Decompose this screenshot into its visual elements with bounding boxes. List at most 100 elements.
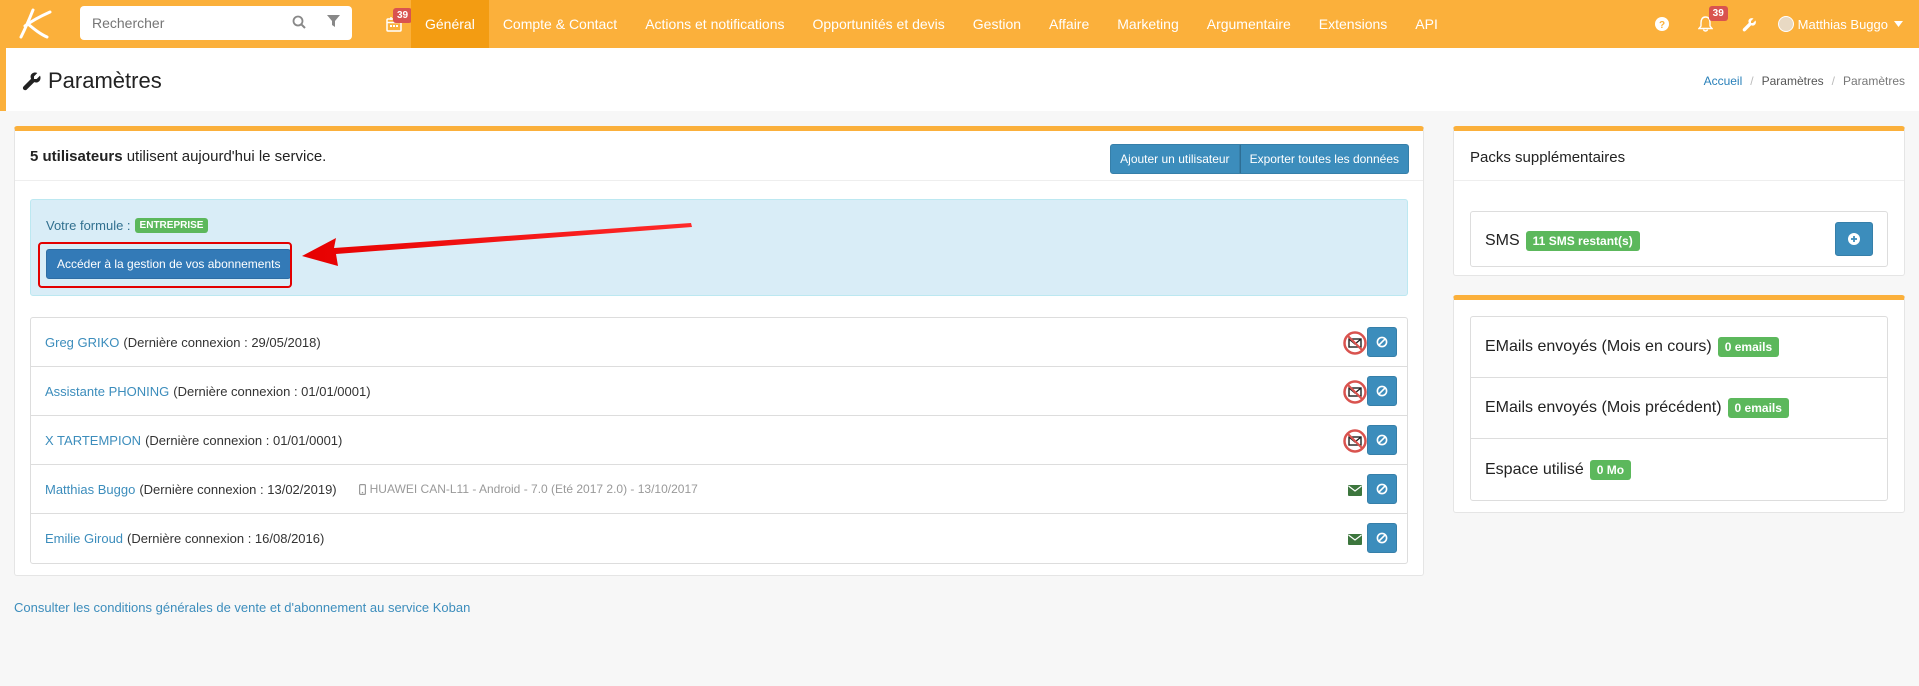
page-header: Paramètres Accueil / Paramètres / Paramè… [0, 48, 1919, 111]
user-name-link[interactable]: Emilie Giroud [45, 531, 123, 546]
calendar-badge: 39 [393, 8, 413, 23]
user-last-login: (Dernière connexion : 13/02/2019) [139, 481, 337, 497]
help-button[interactable]: ? [1640, 0, 1684, 48]
usage-badge: 0 emails [1727, 398, 1789, 418]
ban-icon [1376, 483, 1388, 495]
disable-user-button[interactable] [1367, 425, 1397, 455]
list-item: Espace utilisé 0 Mo [1471, 439, 1887, 500]
usage-panel: EMails envoyés (Mois en cours) 0 emails … [1453, 295, 1905, 513]
packs-panel: Packs supplémentaires SMS 11 SMS restant… [1453, 126, 1905, 276]
disable-user-button[interactable] [1367, 474, 1397, 504]
usage-label: EMails envoyés (Mois en cours) [1485, 338, 1712, 355]
usage-label: EMails envoyés (Mois précédent) [1485, 399, 1722, 416]
top-navbar: 39 Général Compte & Contact Actions et n… [0, 0, 1919, 48]
add-sms-button[interactable] [1835, 222, 1873, 256]
page-title: Paramètres [22, 68, 162, 94]
notifications-button[interactable]: 39 [1684, 0, 1728, 48]
page-title-text: Paramètres [48, 68, 162, 93]
users-panel: 5 utilisateurs utilisent aujourd'hui le … [14, 126, 1424, 576]
users-list: Greg GRIKO (Dernière connexion : 29/05/2… [30, 317, 1408, 564]
menu-item-gestion[interactable]: Gestion [959, 0, 1035, 48]
ban-icon [1376, 532, 1388, 544]
main-menu: Général Compte & Contact Actions et noti… [411, 0, 1452, 48]
avatar [1777, 16, 1794, 32]
table-row: Matthias Buggo (Dernière connexion : 13/… [31, 465, 1407, 514]
breadcrumb-separator: / [1831, 74, 1835, 88]
formula-badge: ENTREPRISE [134, 218, 209, 233]
svg-text:?: ? [1659, 20, 1665, 31]
arrow-annotation [302, 223, 692, 266]
formula-label-text: Votre formule : [46, 218, 131, 233]
sms-row: SMS 11 SMS restant(s) [1485, 231, 1640, 251]
user-menu[interactable]: Matthias Buggo [1772, 0, 1919, 48]
user-device: HUAWEI CAN-L11 - Android - 7.0 (Eté 2017… [358, 482, 698, 496]
question-circle-icon: ? [1654, 17, 1669, 31]
users-summary: 5 utilisateurs utilisent aujourd'hui le … [30, 148, 326, 165]
terms-link[interactable]: Consulter les conditions générales de ve… [14, 600, 470, 615]
breadcrumb-current: Paramètres [1842, 74, 1905, 88]
table-row: X TARTEMPION (Dernière connexion : 01/01… [31, 416, 1407, 465]
ban-icon [1376, 434, 1388, 446]
breadcrumb: Accueil / Paramètres / Paramètres [1704, 74, 1905, 88]
user-name-link[interactable]: Matthias Buggo [45, 482, 135, 497]
usage-list: EMails envoyés (Mois en cours) 0 emails … [1470, 316, 1888, 501]
formula-label: Votre formule : ENTREPRISE [46, 218, 209, 233]
menu-item-affaire[interactable]: Affaire [1035, 0, 1103, 48]
search-input[interactable] [92, 15, 282, 31]
usage-badge: 0 emails [1717, 337, 1780, 357]
packs-header: Packs supplémentaires [1454, 131, 1904, 181]
usage-badge: 0 Mo [1589, 459, 1632, 480]
sms-pack: SMS 11 SMS restant(s) [1470, 211, 1888, 267]
list-item: EMails envoyés (Mois précédent) 0 emails [1471, 378, 1887, 439]
search-box [80, 6, 352, 40]
menu-item-extensions[interactable]: Extensions [1305, 0, 1401, 48]
filter-icon[interactable] [327, 15, 340, 31]
calendar-button[interactable]: 39 [378, 0, 413, 48]
menu-item-actions-notifications[interactable]: Actions et notifications [631, 0, 798, 48]
ban-icon [1376, 385, 1388, 397]
table-row: Greg GRIKO (Dernière connexion : 29/05/2… [31, 318, 1407, 367]
user-name: Matthias Buggo [1797, 16, 1888, 32]
user-last-login: (Dernière connexion : 29/05/2018) [123, 334, 321, 350]
ban-icon [1376, 336, 1388, 348]
table-row: Emilie Giroud (Dernière connexion : 16/0… [31, 514, 1407, 563]
menu-item-general[interactable]: Général [411, 0, 489, 48]
breadcrumb-parametres[interactable]: Paramètres [1762, 74, 1824, 88]
settings-button[interactable] [1728, 0, 1772, 48]
user-last-login: (Dernière connexion : 16/08/2016) [127, 531, 325, 546]
koban-logo[interactable] [0, 0, 66, 48]
wrench-icon [1742, 17, 1757, 31]
mail-enabled-icon[interactable] [1343, 527, 1367, 551]
menu-item-api[interactable]: API [1401, 0, 1452, 48]
user-name-link[interactable]: X TARTEMPION [45, 433, 141, 448]
export-data-button[interactable]: Exporter toutes les données [1239, 144, 1409, 174]
wrench-icon [22, 72, 41, 91]
user-name-link[interactable]: Greg GRIKO [45, 335, 119, 350]
user-device-text: HUAWEI CAN-L11 - Android - 7.0 (Eté 2017… [369, 482, 698, 496]
mail-disabled-icon[interactable] [1343, 331, 1367, 355]
menu-item-marketing[interactable]: Marketing [1103, 0, 1192, 48]
menu-item-argumentaire[interactable]: Argumentaire [1193, 0, 1305, 48]
add-user-button[interactable]: Ajouter un utilisateur [1110, 144, 1240, 174]
users-actions: Ajouter un utilisateur Exporter toutes l… [1110, 144, 1409, 174]
sms-badge: 11 SMS restant(s) [1525, 231, 1640, 251]
menu-item-opportunites-devis[interactable]: Opportunités et devis [799, 0, 959, 48]
disable-user-button[interactable] [1367, 327, 1397, 357]
user-last-login: (Dernière connexion : 01/01/0001) [173, 383, 371, 399]
mail-disabled-icon[interactable] [1343, 429, 1367, 453]
mail-enabled-icon[interactable] [1343, 478, 1367, 502]
menu-item-compte-contact[interactable]: Compte & Contact [489, 0, 631, 48]
disable-user-button[interactable] [1367, 523, 1397, 553]
mail-disabled-icon[interactable] [1343, 380, 1367, 404]
logo-icon [19, 8, 52, 39]
user-last-login: (Dernière connexion : 01/01/0001) [145, 432, 343, 448]
usage-label: Espace utilisé [1485, 460, 1584, 478]
breadcrumb-accueil[interactable]: Accueil [1704, 74, 1743, 88]
search-icon[interactable] [292, 15, 306, 32]
plus-circle-icon [1848, 233, 1860, 245]
user-name-link[interactable]: Assistante PHONING [45, 384, 169, 399]
navbar-right: ? 39 Matthias Buggo [1640, 0, 1919, 48]
users-summary-text: utilisent aujourd'hui le service. [122, 148, 327, 165]
highlight-box [38, 242, 292, 288]
disable-user-button[interactable] [1367, 376, 1397, 406]
